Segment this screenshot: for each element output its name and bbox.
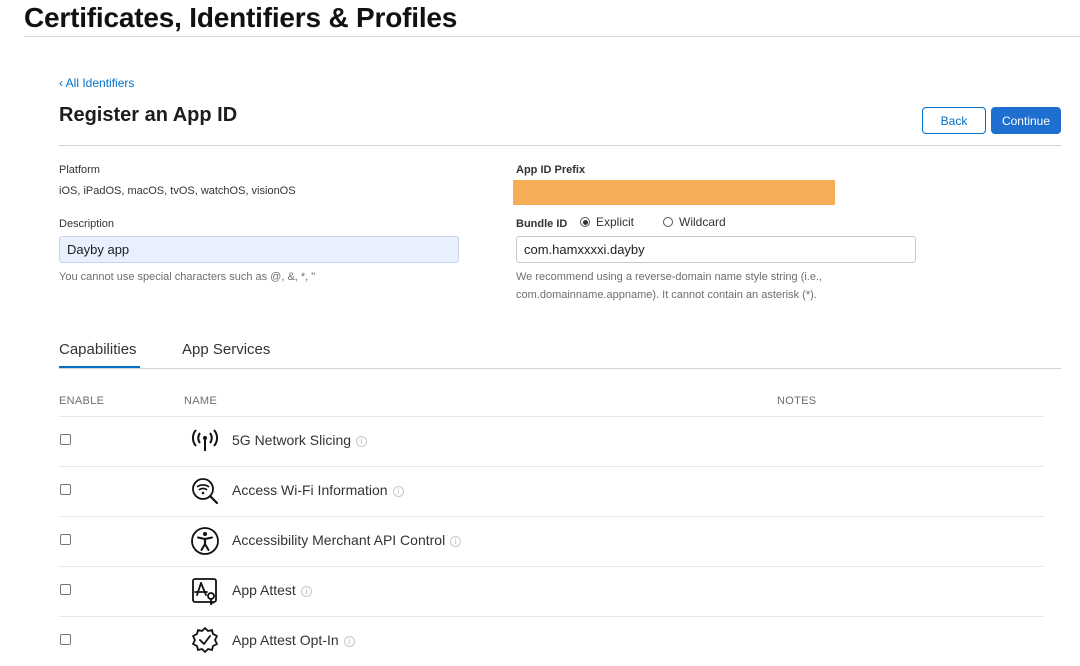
info-icon[interactable]: i	[300, 586, 312, 597]
capability-name: 5G Network Slicing i	[232, 432, 368, 448]
back-button[interactable]: Back	[922, 107, 986, 134]
bundle-id-hint-line-2: com.domainname.appname). It cannot conta…	[516, 289, 817, 301]
capability-name: Access Wi-Fi Information i	[232, 482, 404, 498]
info-icon[interactable]: i	[392, 486, 404, 497]
column-header-enable: ENABLE	[59, 395, 105, 407]
accessibility-icon	[191, 527, 219, 555]
continue-button[interactable]: Continue	[991, 107, 1061, 134]
description-input[interactable]	[59, 236, 459, 263]
description-label: Description	[59, 218, 115, 230]
info-icon[interactable]: i	[450, 536, 462, 547]
radio-wildcard-label: Wildcard	[679, 215, 726, 229]
enable-checkbox[interactable]	[60, 484, 71, 495]
app-id-prefix-redaction	[513, 180, 835, 205]
radio-explicit-label: Explicit	[596, 215, 635, 229]
platform-label: Platform	[59, 164, 100, 176]
badge-check-icon	[192, 627, 218, 653]
tab-app-services[interactable]: App Services	[182, 341, 270, 358]
capability-name: App Attest Opt-In i	[232, 632, 355, 648]
bundle-id-hint-line-1: We recommend using a reverse-domain name…	[516, 271, 823, 283]
all-identifiers-link[interactable]: ‹ All Identifiers	[59, 76, 134, 90]
radio-explicit-dot[interactable]	[580, 217, 590, 227]
column-header-notes: NOTES	[777, 395, 817, 407]
app-store-key-icon	[192, 578, 217, 605]
capability-name: App Attest i	[232, 582, 312, 598]
tab-capabilities[interactable]: Capabilities	[59, 341, 137, 358]
title-divider	[24, 36, 1080, 37]
antenna-icon	[192, 429, 218, 451]
table-row: App Attest i	[0, 566, 1080, 616]
wifi-search-icon	[192, 478, 219, 505]
bundle-id-label: Bundle ID	[516, 218, 568, 230]
table-row: Accessibility Merchant API Control i	[0, 516, 1080, 566]
radio-explicit[interactable]: Explicit	[580, 215, 634, 229]
app-id-prefix-label: App ID Prefix	[516, 164, 586, 176]
radio-wildcard[interactable]: Wildcard	[663, 215, 726, 229]
enable-checkbox[interactable]	[60, 584, 71, 595]
info-icon[interactable]: i	[356, 436, 368, 447]
enable-checkbox[interactable]	[60, 534, 71, 545]
radio-wildcard-dot[interactable]	[663, 217, 673, 227]
page-title: Certificates, Identifiers & Profiles	[24, 2, 458, 33]
capability-name: Accessibility Merchant API Control i	[232, 532, 462, 548]
bundle-id-input[interactable]	[516, 236, 916, 263]
table-row: Access Wi-Fi Information i	[0, 466, 1080, 516]
description-hint: You cannot use special characters such a…	[59, 271, 316, 283]
platform-value: iOS, iPadOS, macOS, tvOS, watchOS, visio…	[59, 185, 296, 197]
section-title: Register an App ID	[59, 104, 238, 126]
tabs-divider	[59, 368, 1061, 369]
table-row: App Attest Opt-In i	[0, 616, 1080, 666]
header-divider	[59, 145, 1061, 146]
table-row: 5G Network Slicing i	[0, 416, 1080, 466]
enable-checkbox[interactable]	[60, 634, 71, 645]
column-header-name: NAME	[184, 395, 217, 407]
enable-checkbox[interactable]	[60, 434, 71, 445]
